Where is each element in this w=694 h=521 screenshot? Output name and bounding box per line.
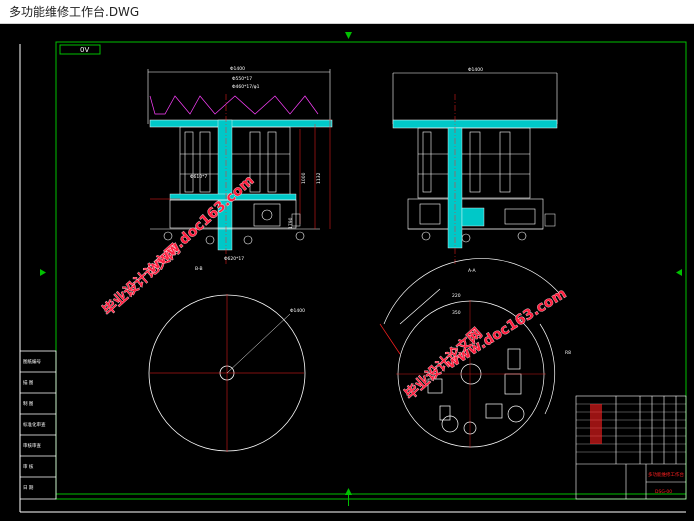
- front-view: [147, 69, 333, 264]
- dwg-canvas[interactable]: 0V 图纸编号 描 图 制 图 标准化审查 审核审查 审 核 日 期 Φ1400…: [0, 24, 694, 521]
- side-row-0: 图纸编号: [23, 358, 41, 365]
- side-row-3: 标准化审查: [23, 421, 46, 428]
- window-titlebar: 多功能维修工作台.DWG: [0, 0, 694, 24]
- section-side-label: A-A: [468, 268, 477, 274]
- dim-d1: Φ550*17: [232, 76, 252, 82]
- dim-pad-a: 220: [452, 293, 461, 299]
- dim-front-width: Φ1400: [230, 66, 245, 72]
- dim-d7: 1790: [288, 217, 294, 229]
- watermark-url-2: www.doc163.com: [444, 286, 570, 373]
- side-row-5: 审 核: [23, 463, 34, 470]
- title-block-stamp: [590, 404, 602, 444]
- side-row-4: 审核审查: [23, 442, 41, 449]
- title-code: DSG-00: [655, 489, 672, 495]
- frame-tag: 0V: [80, 46, 89, 54]
- drawing-svg[interactable]: 0V 图纸编号 描 图 制 图 标准化审查 审核审查 审 核 日 期 Φ1400…: [0, 24, 694, 521]
- dim-pad-b: 350: [452, 310, 461, 316]
- dim-d2: Φ460*17/φ1: [232, 84, 260, 90]
- dim-arc-r: R8: [565, 350, 571, 356]
- dim-d6: 1132: [316, 172, 322, 184]
- dim-d4: Φ620*17: [224, 256, 244, 262]
- dim-d3: Φ610*7: [190, 174, 207, 180]
- drawing-frame: [19, 32, 687, 513]
- side-row-6: 日 期: [23, 485, 34, 491]
- section-front-label: B-B: [195, 266, 203, 272]
- window-title: 多功能维修工作台.DWG: [9, 5, 140, 19]
- dim-side-width: Φ1400: [468, 67, 483, 73]
- side-row-2: 制 图: [23, 400, 34, 407]
- side-view: [392, 72, 558, 264]
- plan-view: [148, 294, 306, 452]
- title-company: 多功能维修工作台: [648, 471, 684, 478]
- layout-view: [379, 258, 561, 448]
- dim-d5: 1000: [301, 172, 307, 184]
- dim-circle: Φ1400: [290, 308, 305, 314]
- side-row-1: 描 图: [23, 379, 34, 386]
- side-table-labels: 图纸编号 描 图 制 图 标准化审查 审核审查 审 核 日 期: [23, 358, 46, 491]
